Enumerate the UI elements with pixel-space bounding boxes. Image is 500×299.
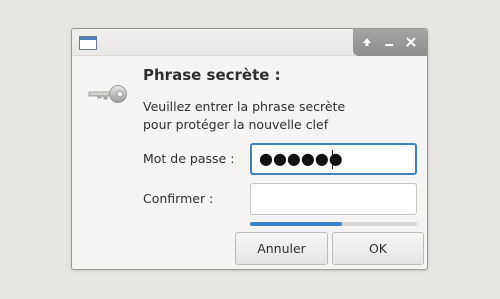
up-icon[interactable]	[359, 34, 375, 50]
confirm-label: Confirmer :	[143, 191, 214, 206]
confirm-field[interactable]	[250, 183, 417, 215]
password-strength-bar	[250, 222, 417, 226]
dialog-description: Veuillez entrer la phrase secrète pour p…	[143, 98, 345, 134]
window-controls	[353, 29, 427, 56]
password-field[interactable]: ●●●●●●	[250, 143, 417, 175]
text-caret	[332, 150, 333, 169]
window-icon[interactable]	[79, 36, 97, 50]
password-mask: ●●●●●●	[259, 149, 343, 168]
description-line-1: Veuillez entrer la phrase secrète	[143, 99, 346, 114]
title-bar[interactable]	[72, 29, 427, 56]
passphrase-dialog: Phrase secrète : Veuillez entrer la phra…	[71, 28, 428, 270]
minimize-icon[interactable]	[381, 34, 397, 50]
close-icon[interactable]	[403, 34, 419, 50]
key-icon	[88, 83, 128, 105]
ok-button[interactable]: OK	[332, 232, 424, 265]
password-strength-fill	[250, 222, 342, 226]
password-label: Mot de passe :	[143, 151, 235, 166]
description-line-2: pour protéger la nouvelle clef	[143, 117, 329, 132]
cancel-button[interactable]: Annuler	[235, 232, 328, 265]
dialog-heading: Phrase secrète :	[143, 66, 281, 84]
